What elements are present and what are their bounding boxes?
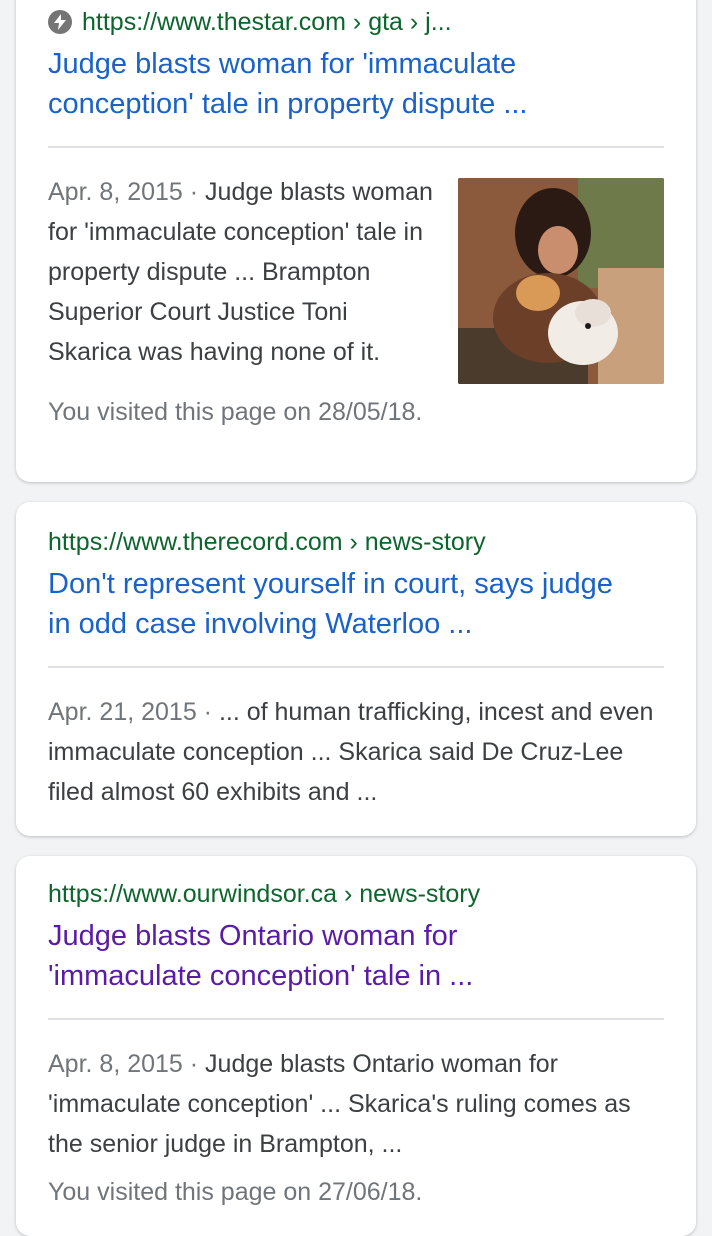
result-title-link[interactable]: Judge blasts woman for 'immaculate conce… bbox=[48, 44, 664, 124]
result-date: Apr. 8, 2015 · bbox=[48, 1050, 206, 1078]
divider bbox=[48, 666, 664, 668]
result-title-line: 'immaculate conception' tale in ... bbox=[48, 960, 474, 992]
divider bbox=[48, 146, 664, 148]
result-title-line: Judge blasts woman for 'immaculate bbox=[48, 48, 517, 80]
visited-note: You visited this page on 28/05/18. bbox=[48, 398, 423, 426]
result-url-text: https://www.thestar.com › gta › j... bbox=[82, 8, 452, 36]
visited-note: You visited this page on 27/06/18. bbox=[48, 1178, 423, 1206]
result-url-text: https://www.ourwindsor.ca › news-story bbox=[48, 880, 481, 908]
search-result-card: https://www.ourwindsor.ca › news-story J… bbox=[16, 856, 696, 1236]
divider bbox=[48, 1018, 664, 1020]
result-snippet: Apr. 8, 2015 · Judge blasts woman for 'i… bbox=[48, 172, 438, 384]
result-url-text: https://www.therecord.com › news-story bbox=[48, 528, 486, 556]
result-url[interactable]: https://www.ourwindsor.ca › news-story bbox=[48, 878, 664, 910]
photo-thumbnail-icon bbox=[458, 178, 664, 384]
result-title-line: in odd case involving Waterloo ... bbox=[48, 608, 473, 640]
result-date: Apr. 8, 2015 · bbox=[48, 178, 206, 206]
result-title-line: Don't represent yourself in court, says … bbox=[48, 568, 613, 600]
result-thumbnail[interactable] bbox=[458, 178, 664, 384]
result-title-line: Judge blasts Ontario woman for bbox=[48, 920, 458, 952]
result-title-line: conception' tale in property dispute ... bbox=[48, 88, 528, 120]
amp-lightning-icon bbox=[48, 10, 72, 34]
result-date: Apr. 21, 2015 · bbox=[48, 698, 219, 726]
result-title-link[interactable]: Don't represent yourself in court, says … bbox=[48, 564, 664, 644]
snippet-area: Apr. 21, 2015 · ... of human trafficking… bbox=[48, 692, 664, 812]
result-url[interactable]: https://www.thestar.com › gta › j... bbox=[48, 6, 664, 38]
snippet-area: Apr. 8, 2015 · Judge blasts Ontario woma… bbox=[48, 1044, 664, 1164]
result-snippet: Apr. 21, 2015 · ... of human trafficking… bbox=[48, 692, 664, 812]
result-snippet-text: Judge blasts woman for 'immaculate conce… bbox=[48, 178, 433, 366]
result-snippet: Apr. 8, 2015 · Judge blasts Ontario woma… bbox=[48, 1044, 664, 1164]
result-title-link[interactable]: Judge blasts Ontario woman for 'immacula… bbox=[48, 916, 664, 996]
search-result-card: https://www.thestar.com › gta › j... Jud… bbox=[16, 0, 696, 482]
result-url[interactable]: https://www.therecord.com › news-story bbox=[48, 526, 664, 558]
snippet-area: Apr. 8, 2015 · Judge blasts woman for 'i… bbox=[48, 172, 664, 384]
search-result-card: https://www.therecord.com › news-story D… bbox=[16, 502, 696, 836]
